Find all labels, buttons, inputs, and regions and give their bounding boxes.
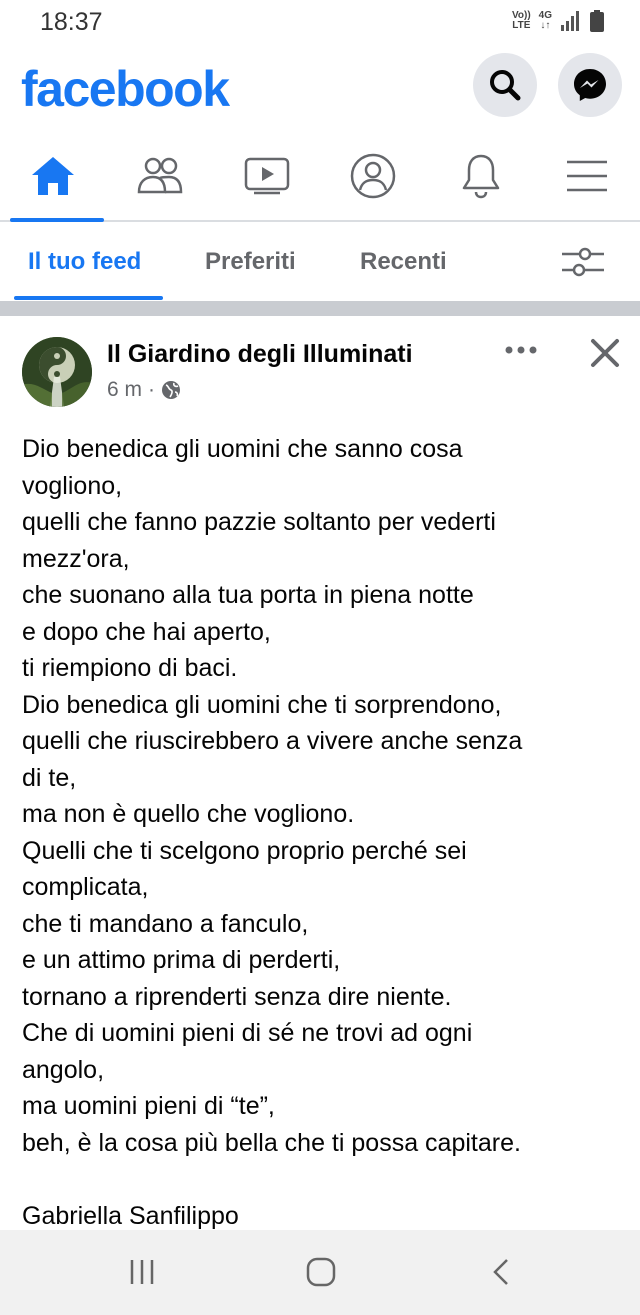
- menu-icon: [567, 160, 607, 192]
- battery-icon: [590, 10, 604, 32]
- post-text-line: tornano a riprenderti senza dire niente.: [22, 982, 452, 1011]
- post-text-line: ma uomini pieni di “te”,: [22, 1092, 275, 1120]
- post-text-line: e un attimo prima di perderti,: [22, 946, 341, 974]
- post-text-line: vogliono,: [22, 471, 123, 500]
- messenger-icon: [574, 69, 606, 101]
- post-text-line: angolo,: [22, 1055, 105, 1084]
- globe-icon: [162, 381, 181, 399]
- page-avatar[interactable]: [22, 337, 92, 407]
- signal-icon: [561, 11, 579, 31]
- back-icon: [493, 1259, 508, 1285]
- search-button[interactable]: [473, 53, 537, 117]
- post-text-line: quelli che fanno pazzie soltanto per ved…: [22, 508, 496, 536]
- home-icon: [32, 157, 74, 195]
- friends-icon: [137, 157, 183, 194]
- post-text-line: Gabriella Sanfilippo: [22, 1201, 239, 1230]
- watch-icon: [244, 157, 290, 195]
- messenger-button[interactable]: [558, 53, 622, 117]
- post-text-line: di te,: [22, 763, 77, 792]
- search-icon: [490, 70, 521, 101]
- hide-post-button[interactable]: [588, 336, 622, 370]
- facebook-logo[interactable]: facebook: [21, 60, 230, 118]
- active-tab-indicator: [14, 296, 163, 300]
- home-button[interactable]: [296, 1250, 346, 1294]
- post-card: Il Giardino degli Illuminati 6 m · Dio b…: [0, 316, 640, 1230]
- post-text-line: e dopo che hai aperto,: [22, 617, 271, 646]
- post-text-line: ma non è quello che vogliono.: [22, 800, 355, 828]
- post-text-line: che suonano alla tua porta in piena nott…: [22, 581, 474, 609]
- status-time: 18:37: [40, 8, 103, 36]
- post-text-line: Che di uomini pieni di sé ne trovi ad og…: [22, 1019, 473, 1047]
- post-text: Dio benedica gli uomini che sanno cosa vo…: [22, 431, 622, 1230]
- feed-tabs: Il tuo feed Preferiti Recenti: [0, 222, 640, 302]
- post-text-line: ti riempiono di baci.: [22, 654, 238, 682]
- system-nav-bar: [0, 1230, 640, 1315]
- nav-watch[interactable]: [219, 132, 315, 220]
- nav-notifications[interactable]: [433, 132, 529, 220]
- nav-profile[interactable]: [325, 132, 421, 220]
- avatar-image: [22, 337, 92, 407]
- post-text-line: complicata,: [22, 873, 149, 901]
- home-button-icon: [306, 1257, 336, 1287]
- post-time[interactable]: 6 m: [107, 378, 142, 402]
- tab-preferiti[interactable]: Preferiti: [205, 248, 296, 276]
- page-name[interactable]: Il Giardino degli Illuminati: [107, 340, 413, 369]
- more-icon: [505, 346, 537, 354]
- post-text-line: Quelli che ti scelgono proprio perché se…: [22, 836, 467, 865]
- profile-icon: [350, 153, 396, 199]
- 4g-icon: 4G ↓↑: [538, 10, 552, 31]
- post-text-line: quelli che riuscirebbero a vivere anche …: [22, 727, 523, 755]
- close-icon: [591, 339, 619, 367]
- post-text-line: beh, è la cosa più bella che ti possa ca…: [22, 1128, 521, 1157]
- status-icons: Vo)) LTE 4G ↓↑: [512, 10, 604, 32]
- recents-button[interactable]: [117, 1250, 167, 1294]
- feed-filter-button[interactable]: [560, 242, 606, 282]
- recents-icon: [130, 1260, 154, 1284]
- back-button[interactable]: [476, 1250, 526, 1294]
- post-blank-line: [22, 1161, 622, 1198]
- app-header: facebook: [0, 46, 640, 132]
- volte-icon: Vo)) LTE: [511, 10, 531, 31]
- post-text-line: che ti mandano a fanculo,: [22, 909, 309, 938]
- meta-separator: ·: [148, 378, 156, 401]
- notifications-icon: [462, 154, 500, 199]
- nav-menu[interactable]: [539, 132, 635, 220]
- post-options-button[interactable]: [500, 338, 542, 362]
- status-bar: 18:37 Vo)) LTE 4G ↓↑: [0, 0, 640, 46]
- tab-il-tuo-feed[interactable]: Il tuo feed: [28, 248, 141, 276]
- nav-home[interactable]: [5, 132, 104, 222]
- post-text-line: Dio benedica gli uomini che ti sorprendo…: [22, 690, 502, 719]
- feed-separator: [0, 301, 640, 316]
- sliders-icon: [562, 247, 604, 277]
- tab-recenti[interactable]: Recenti: [360, 248, 447, 276]
- post-meta: 6 m ·: [107, 378, 181, 402]
- nav-friends[interactable]: [112, 132, 208, 220]
- main-nav: [0, 132, 640, 222]
- post-text-line: Dio benedica gli uomini che sanno cosa: [22, 435, 463, 463]
- post-text-line: mezz'ora,: [22, 544, 130, 573]
